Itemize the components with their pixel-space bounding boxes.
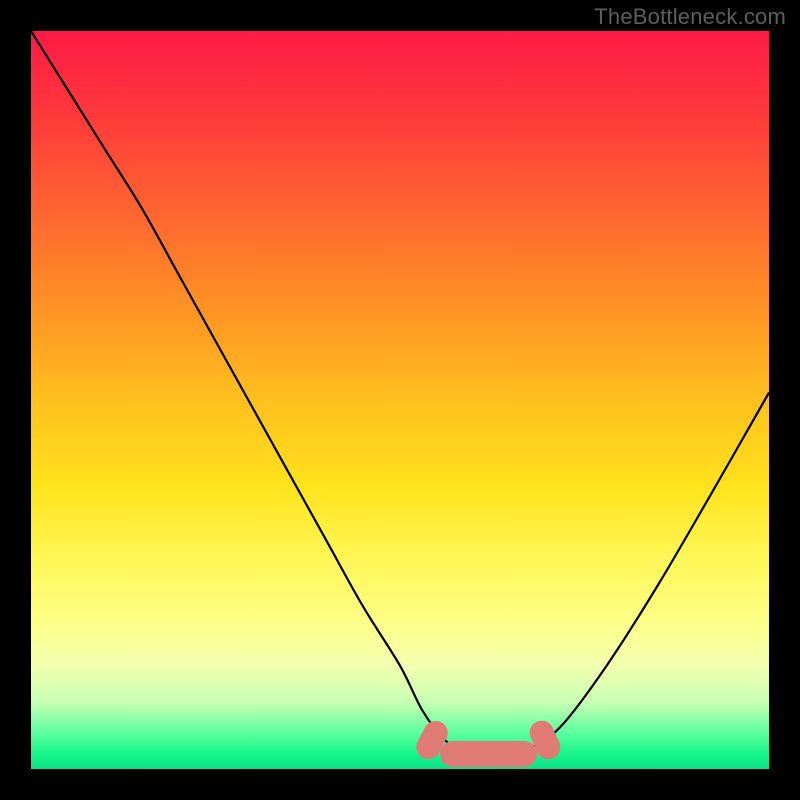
valley-marker-band [440,741,537,767]
bottleneck-curve [31,31,769,769]
chart-plot-area [31,31,769,769]
watermark-text: TheBottleneck.com [594,4,786,30]
